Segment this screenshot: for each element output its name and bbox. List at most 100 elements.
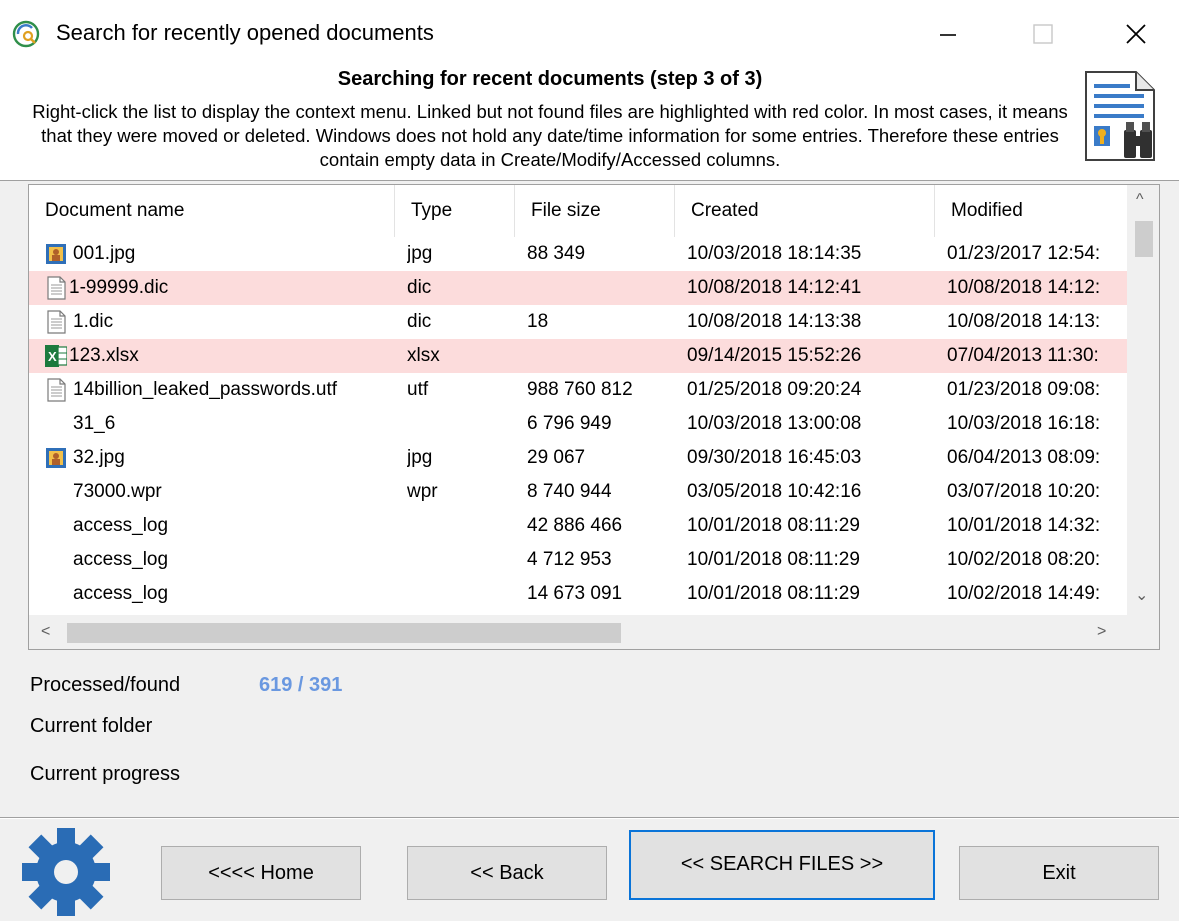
cell-size: 42 886 466 [527,515,623,536]
cell-created: 10/01/2018 08:11:29 [687,515,860,536]
column-header-name[interactable]: Document name [29,185,395,237]
cell-modified: 10/08/2018 14:12: [947,277,1101,298]
cell-created: 10/08/2018 14:13:38 [687,311,862,332]
column-header-modified[interactable]: Modified [935,185,1127,237]
horizontal-scrollbar[interactable]: < > [29,615,1159,649]
current-folder-label: Current folder [30,715,153,737]
table-row[interactable]: access_log 42 886 466 10/01/2018 08:11:29 1… [29,509,1127,543]
cell-type [407,543,517,577]
image-file-icon [46,244,66,264]
gear-icon [22,828,110,916]
cell-size [527,339,677,373]
cell-name: 1.dic [73,311,114,332]
cell-created: 10/08/2018 14:12:41 [687,277,862,298]
cell-name: access_log [73,583,169,604]
cell-name: access_log [73,515,169,536]
close-button[interactable] [1106,14,1166,54]
header-divider [0,180,1179,181]
table-row[interactable]: access_log 4 712 953 10/01/2018 08:11:29 10… [29,543,1127,577]
back-button[interactable]: << Back [407,846,607,900]
vertical-scrollbar[interactable]: ^ ⌄ [1127,185,1159,615]
cell-created: 10/03/2018 18:14:35 [687,243,862,264]
scroll-down-icon[interactable]: ⌄ [1135,585,1148,605]
cell-type: jpg [407,243,433,264]
cell-modified: 01/23/2017 12:54: [947,243,1101,264]
cell-name: 123.xlsx [69,345,139,366]
table-row[interactable]: 14billion_leaked_passwords.utf utf 988 760… [29,373,1127,407]
table-row[interactable]: access_log 14 673 091 10/01/2018 08:11:29 1… [29,577,1127,611]
scroll-right-icon[interactable]: > [1097,623,1106,641]
table-row[interactable]: 001.jpg jpg 88 349 10/03/2018 18:14:35 01/23… [29,237,1127,271]
table-row[interactable]: 73000.wpr wpr 8 740 944 03/05/2018 10:42:16… [29,475,1127,509]
cell-size: 6 796 949 [527,413,612,434]
vertical-scroll-thumb[interactable] [1135,221,1153,257]
cell-size: 18 [527,311,549,332]
text-file-icon [47,276,66,300]
cell-created: 03/05/2018 10:42:16 [687,481,862,502]
table-row[interactable]: X 123.xlsx xlsx 09/14/2015 15:52:26 07/04/20… [29,339,1127,373]
cell-modified: 10/01/2018 14:32: [947,515,1101,536]
cell-name: 31_6 [73,413,116,434]
table-row[interactable]: 31_6 6 796 949 10/03/2018 13:00:08 10/03/20… [29,407,1127,441]
image-file-icon [46,448,66,468]
cell-modified: 01/23/2018 09:08: [947,379,1101,400]
cell-name: 001.jpg [73,243,136,264]
cell-type: dic [407,277,432,298]
cell-modified: 10/02/2018 14:49: [947,583,1101,604]
exit-button[interactable]: Exit [959,846,1159,900]
excel-file-icon: X [45,345,67,367]
close-icon [1126,24,1146,44]
current-progress-label: Current progress [30,763,181,785]
table-row[interactable]: 1-99999.dic dic 10/08/2018 14:12:41 10/08/2… [29,271,1127,305]
search-files-button-label: << SEARCH FILES >> [680,853,884,875]
maximize-button[interactable] [1012,14,1072,54]
cell-modified: 10/02/2018 08:20: [947,549,1101,570]
cell-size: 29 067 [527,447,586,468]
cell-modified: 10/08/2018 14:13: [947,311,1101,332]
title-bar: Search for recently opened documents [0,0,1179,66]
table-row[interactable]: 32.jpg jpg 29 067 09/30/2018 16:45:03 06/04/… [29,441,1127,475]
cell-size [527,271,677,305]
scroll-left-icon[interactable]: < [41,623,50,641]
cell-type: dic [407,311,432,332]
cell-created: 10/01/2018 08:11:29 [687,583,860,604]
minimize-button[interactable] [918,14,978,54]
cell-modified: 03/07/2018 10:20: [947,481,1101,502]
cell-modified: 07/04/2013 11:30: [947,345,1099,366]
cell-type: jpg [407,447,433,468]
cell-type [407,577,517,611]
table-row[interactable]: 1.dic dic 18 10/08/2018 14:13:38 10/08/2018 … [29,305,1127,339]
cell-created: 01/25/2018 09:20:24 [687,379,862,400]
documents-list[interactable]: Document name Type File size Created Mod… [28,184,1160,650]
instructions-text: Right-click the list to display the cont… [32,101,1068,170]
document-search-icon [1085,71,1155,161]
processed-label: Processed/found [30,674,181,696]
text-file-icon [47,310,66,334]
cell-type [407,509,517,543]
search-files-button[interactable]: << SEARCH FILES >> [629,830,935,900]
column-header-type[interactable]: Type [395,185,515,237]
back-button-label: << Back [470,862,544,884]
cell-created: 09/30/2018 16:45:03 [687,447,862,468]
cell-name: access_log [73,549,169,570]
home-button[interactable]: <<<< Home [161,846,361,900]
cell-size: 988 760 812 [527,379,633,400]
cell-name: 14billion_leaked_passwords.utf [73,379,338,400]
app-icon [12,20,40,48]
column-header-size[interactable]: File size [515,185,675,237]
scroll-up-icon[interactable]: ^ [1136,191,1144,209]
footer-divider-highlight [0,818,1179,819]
exit-button-label: Exit [1042,862,1076,884]
horizontal-scroll-thumb[interactable] [67,623,621,643]
cell-type [407,407,517,441]
cell-created: 10/03/2018 13:00:08 [687,413,862,434]
cell-size: 14 673 091 [527,583,623,604]
column-header-created[interactable]: Created [675,185,935,237]
home-button-label: <<<< Home [208,862,314,884]
cell-name: 32.jpg [73,447,125,468]
cell-name: 73000.wpr [73,481,162,502]
cell-modified: 10/03/2018 16:18: [947,413,1101,434]
minimize-icon [940,34,956,36]
cell-created: 10/01/2018 08:11:29 [687,549,860,570]
cell-size: 88 349 [527,243,586,264]
